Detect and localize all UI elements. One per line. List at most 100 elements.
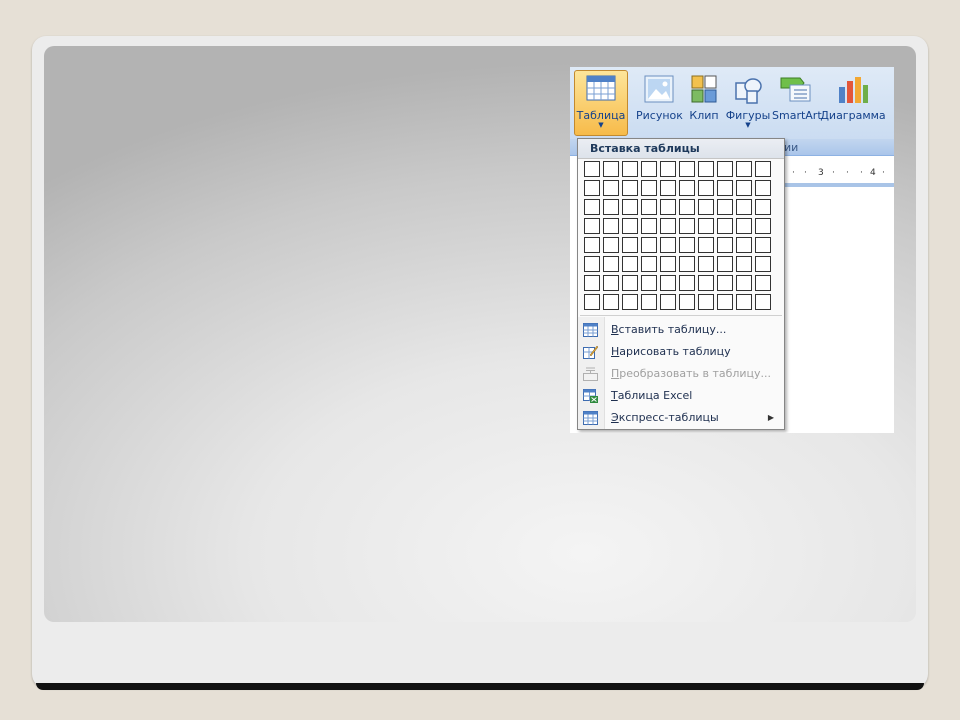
table-grid-cell[interactable] xyxy=(698,237,714,253)
table-grid-cell[interactable] xyxy=(736,275,752,291)
table-grid-cell[interactable] xyxy=(641,180,657,196)
table-grid-cell[interactable] xyxy=(679,275,695,291)
table-grid-cell[interactable] xyxy=(603,218,619,234)
insert-table-icon xyxy=(583,323,598,337)
table-grid-cell[interactable] xyxy=(622,161,638,177)
table-grid-cell[interactable] xyxy=(660,180,676,196)
table-grid-cell[interactable] xyxy=(584,237,600,253)
table-grid-cell[interactable] xyxy=(736,199,752,215)
table-grid-cell[interactable] xyxy=(660,256,676,272)
table-grid-cell[interactable] xyxy=(755,294,771,310)
table-grid-cell[interactable] xyxy=(622,180,638,196)
table-grid-cell[interactable] xyxy=(679,256,695,272)
table-grid-cell[interactable] xyxy=(603,180,619,196)
table-grid-cell[interactable] xyxy=(698,218,714,234)
table-grid-cell[interactable] xyxy=(660,275,676,291)
table-grid-cell[interactable] xyxy=(698,161,714,177)
table-grid-cell[interactable] xyxy=(603,275,619,291)
table-grid-cell[interactable] xyxy=(660,218,676,234)
table-grid-cell[interactable] xyxy=(660,237,676,253)
ribbon-group-label: ии xyxy=(784,141,799,154)
table-size-grid[interactable] xyxy=(584,161,771,310)
table-grid-cell[interactable] xyxy=(641,218,657,234)
table-grid-cell[interactable] xyxy=(736,237,752,253)
table-grid-cell[interactable] xyxy=(698,180,714,196)
table-grid-cell[interactable] xyxy=(717,256,733,272)
table-grid-cell[interactable] xyxy=(641,199,657,215)
table-grid-cell[interactable] xyxy=(641,256,657,272)
table-grid-cell[interactable] xyxy=(698,294,714,310)
menu-item-excel-table[interactable]: Таблица Excel xyxy=(578,385,784,407)
table-button[interactable]: Таблица ▼ xyxy=(574,70,628,136)
table-grid-cell[interactable] xyxy=(622,237,638,253)
menu-item-insert-table[interactable]: Вставить таблицу... xyxy=(578,319,784,341)
table-grid-cell[interactable] xyxy=(603,199,619,215)
picture-button[interactable]: Рисунок xyxy=(636,71,683,135)
table-grid-cell[interactable] xyxy=(584,275,600,291)
table-grid-cell[interactable] xyxy=(736,180,752,196)
table-grid-cell[interactable] xyxy=(698,275,714,291)
menu-item-convert-to-table[interactable]: Преобразовать в таблицу... xyxy=(578,363,784,385)
shapes-button[interactable]: Фигуры ▼ xyxy=(724,71,772,135)
table-grid-cell[interactable] xyxy=(603,294,619,310)
table-grid-cell[interactable] xyxy=(641,237,657,253)
table-grid-cell[interactable] xyxy=(755,275,771,291)
table-grid-cell[interactable] xyxy=(679,161,695,177)
table-grid-cell[interactable] xyxy=(755,199,771,215)
table-grid-cell[interactable] xyxy=(641,275,657,291)
table-grid-cell[interactable] xyxy=(622,275,638,291)
table-grid-cell[interactable] xyxy=(603,237,619,253)
table-grid-cell[interactable] xyxy=(755,180,771,196)
table-grid-cell[interactable] xyxy=(603,256,619,272)
table-grid-cell[interactable] xyxy=(584,218,600,234)
clipart-button[interactable]: Клип xyxy=(686,71,722,135)
table-grid-cell[interactable] xyxy=(679,180,695,196)
table-grid-cell[interactable] xyxy=(584,180,600,196)
table-grid-cell[interactable] xyxy=(660,199,676,215)
table-grid-cell[interactable] xyxy=(717,161,733,177)
table-grid-cell[interactable] xyxy=(622,199,638,215)
word-insert-table-screenshot: ии Таблица ▼ Рисунок Клип Фигуры ▼ Smart… xyxy=(570,67,894,433)
table-grid-cell[interactable] xyxy=(584,199,600,215)
chevron-down-icon: ▼ xyxy=(598,121,604,129)
table-grid-cell[interactable] xyxy=(679,237,695,253)
table-grid-cell[interactable] xyxy=(679,199,695,215)
table-grid-cell[interactable] xyxy=(755,256,771,272)
table-grid-cell[interactable] xyxy=(698,256,714,272)
chart-button[interactable]: Диаграмма xyxy=(820,71,886,135)
table-grid-cell[interactable] xyxy=(717,294,733,310)
picture-icon xyxy=(644,75,674,103)
table-grid-cell[interactable] xyxy=(736,294,752,310)
table-grid-cell[interactable] xyxy=(660,294,676,310)
table-grid-cell[interactable] xyxy=(641,294,657,310)
table-grid-cell[interactable] xyxy=(679,294,695,310)
draw-table-icon xyxy=(583,345,598,359)
table-grid-cell[interactable] xyxy=(736,218,752,234)
table-grid-cell[interactable] xyxy=(698,199,714,215)
table-grid-cell[interactable] xyxy=(717,237,733,253)
table-grid-cell[interactable] xyxy=(584,161,600,177)
table-grid-cell[interactable] xyxy=(717,199,733,215)
table-grid-cell[interactable] xyxy=(679,218,695,234)
table-grid-cell[interactable] xyxy=(755,161,771,177)
menu-item-quick-tables[interactable]: Экспресс-таблицы ▶ xyxy=(578,407,784,429)
table-grid-cell[interactable] xyxy=(717,218,733,234)
table-grid-cell[interactable] xyxy=(736,256,752,272)
table-grid-cell[interactable] xyxy=(622,256,638,272)
table-grid-cell[interactable] xyxy=(755,237,771,253)
table-grid-cell[interactable] xyxy=(736,161,752,177)
table-grid-cell[interactable] xyxy=(603,161,619,177)
table-grid-cell[interactable] xyxy=(660,161,676,177)
shapes-icon xyxy=(735,78,762,104)
menu-item-draw-table[interactable]: Нарисовать таблицу xyxy=(578,341,784,363)
horizontal-ruler: · · 3 · · · 4 · xyxy=(784,163,894,187)
table-grid-cell[interactable] xyxy=(641,161,657,177)
table-grid-cell[interactable] xyxy=(755,218,771,234)
table-grid-cell[interactable] xyxy=(717,275,733,291)
table-grid-cell[interactable] xyxy=(717,180,733,196)
table-grid-cell[interactable] xyxy=(622,218,638,234)
table-grid-cell[interactable] xyxy=(584,256,600,272)
smartart-button[interactable]: SmartArt xyxy=(772,71,822,135)
table-grid-cell[interactable] xyxy=(622,294,638,310)
table-grid-cell[interactable] xyxy=(584,294,600,310)
